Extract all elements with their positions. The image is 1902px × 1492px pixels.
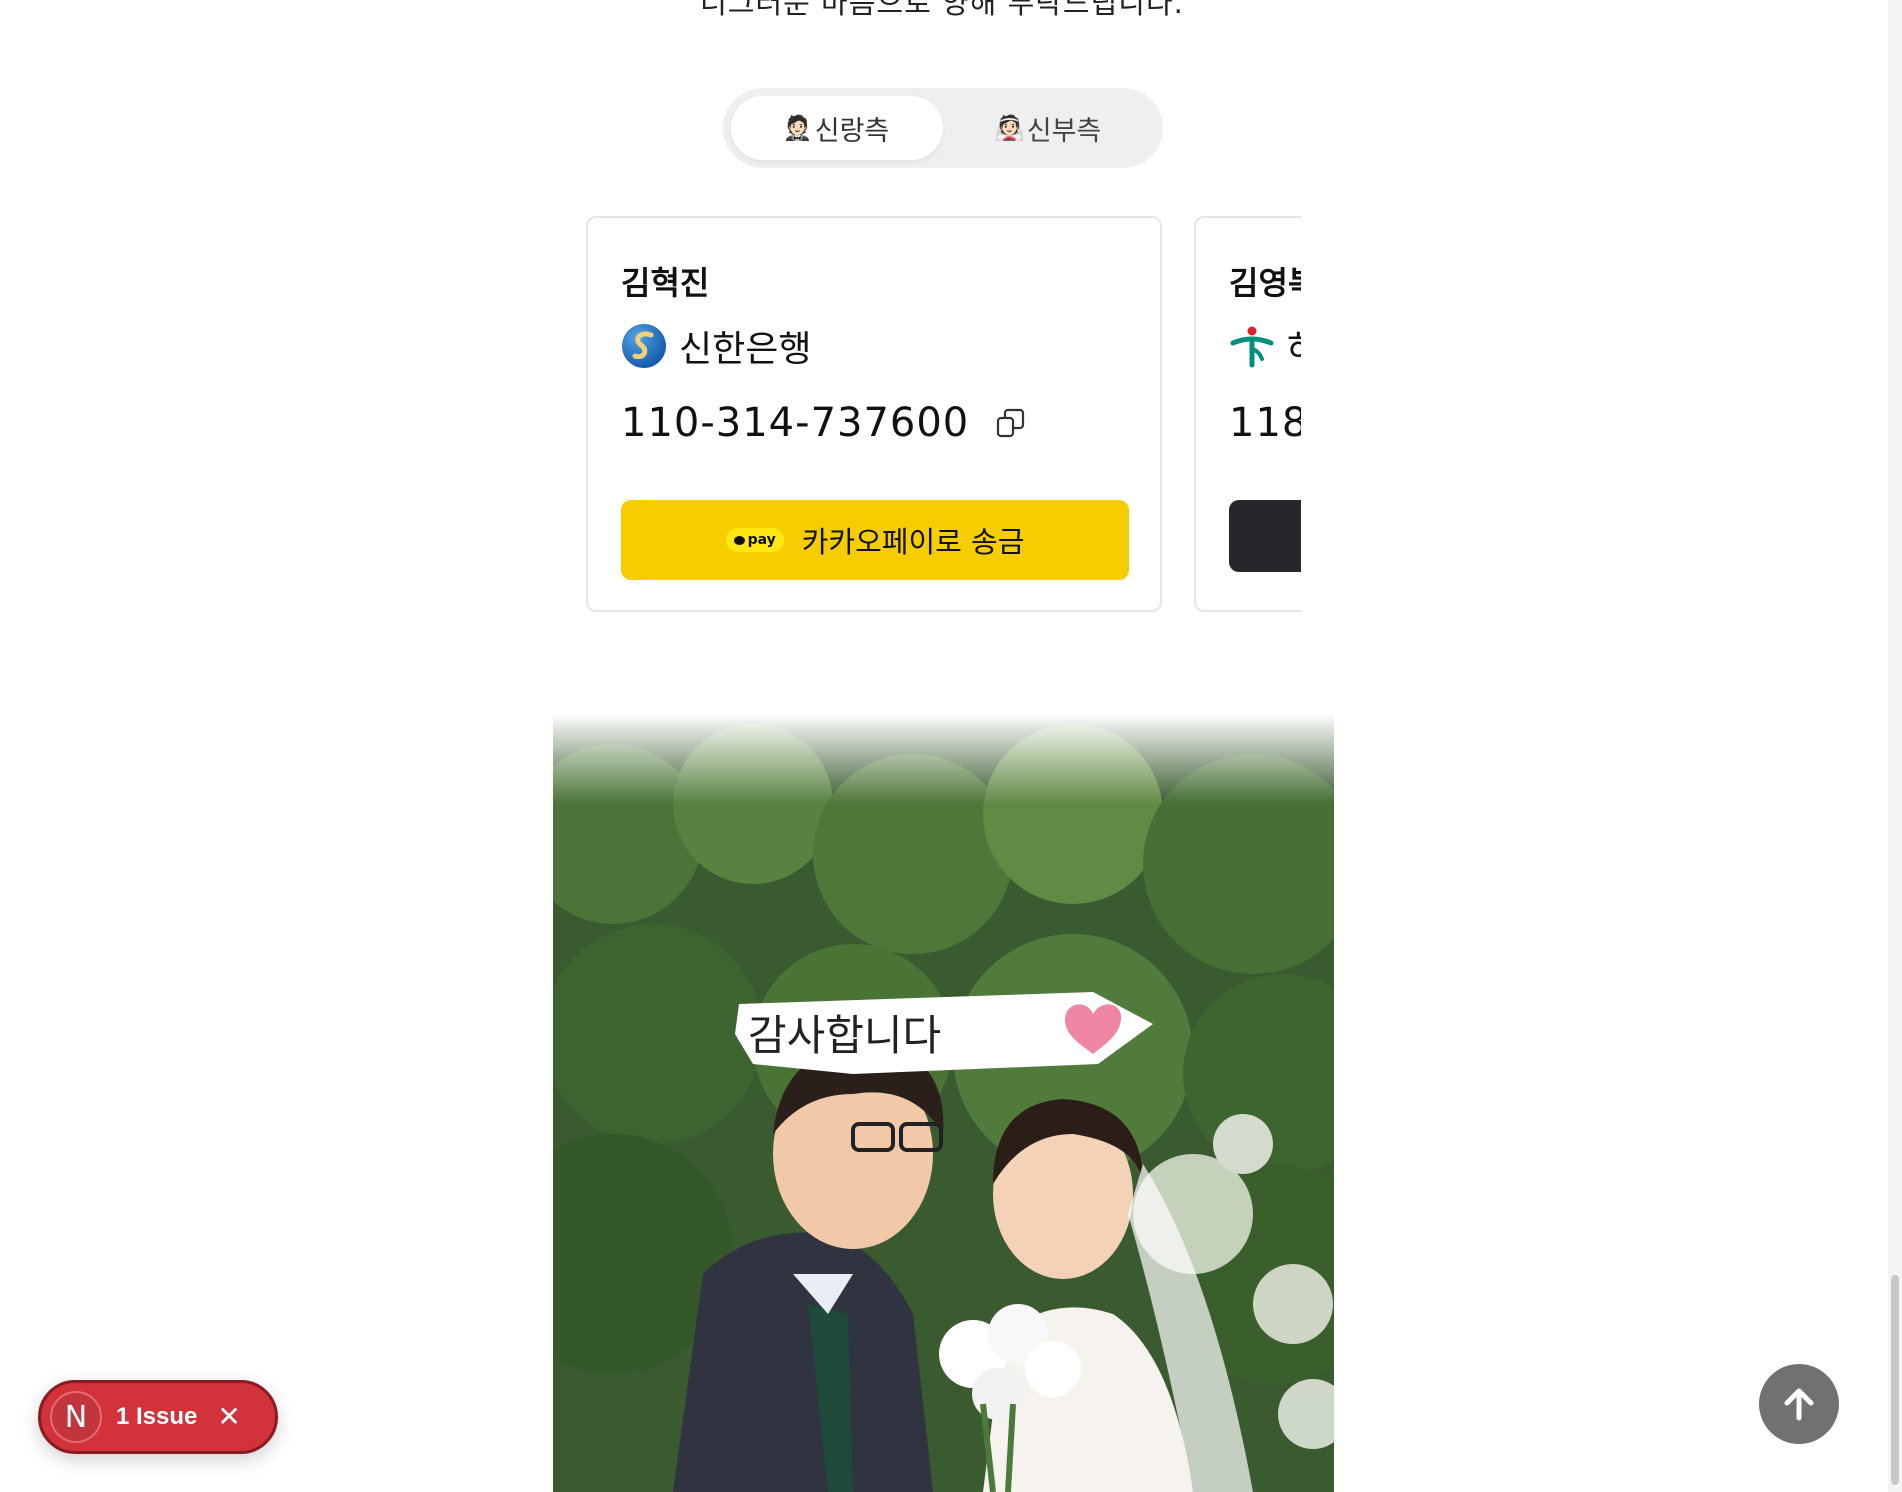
account-row: 118-	[1229, 400, 1301, 446]
account-card: 김혁진 신한은행 110-314-737600 pay 카카오페이로 송금	[586, 216, 1162, 612]
bank-name: 하	[1287, 320, 1301, 372]
kakaopay-send-button[interactable]: pay 카카오페이로 송금	[621, 500, 1129, 580]
issues-count-label[interactable]: 1 Issue	[116, 1403, 197, 1431]
copy-icon[interactable]	[995, 407, 1027, 439]
send-button[interactable]	[1229, 500, 1301, 572]
kakaopay-icon: pay	[725, 528, 784, 552]
notice-text: 너그러운 마음으로 양해 부탁드립니다.	[700, 0, 1184, 20]
groom-icon: 🤵🏻	[782, 114, 813, 142]
wedding-photo-image: 감사합니다	[553, 714, 1334, 1492]
tab-bride[interactable]: 👰🏻 신부측	[943, 96, 1155, 160]
account-holder-name: 김혁진	[621, 264, 710, 302]
account-number: 118-	[1229, 400, 1301, 446]
page: 너그러운 마음으로 양해 부탁드립니다. 🤵🏻 신랑측 👰🏻 신부측 김혁진 신…	[0, 0, 1902, 1492]
account-row: 110-314-737600	[621, 400, 1027, 446]
bank-row: 신한은행	[621, 320, 811, 372]
bride-icon: 👰🏻	[994, 114, 1025, 142]
issues-badge[interactable]: N 1 Issue ✕	[38, 1380, 278, 1454]
arrow-up-icon	[1784, 1388, 1814, 1421]
scrollbar-thumb[interactable]	[1891, 1275, 1899, 1485]
nextjs-logo-icon: N	[50, 1391, 102, 1443]
scroll-to-top-button[interactable]	[1759, 1364, 1839, 1444]
bank-name: 신한은행	[679, 329, 812, 370]
photo-caption: 감사합니다	[748, 1011, 941, 1060]
kakaopay-badge-text: pay	[747, 532, 776, 548]
account-card: 김영복 하 118-	[1194, 216, 1301, 612]
account-holder-name: 김영복	[1229, 264, 1301, 302]
tab-bride-label: 신부측	[1026, 115, 1102, 147]
scrollbar[interactable]	[1888, 0, 1902, 1492]
tab-groom[interactable]: 🤵🏻 신랑측	[731, 96, 943, 160]
account-number: 110-314-737600	[621, 400, 970, 446]
kakaopay-send-label: 카카오페이로 송금	[801, 525, 1025, 559]
bank-row: 하	[1229, 320, 1301, 372]
account-carousel[interactable]: 김혁진 신한은행 110-314-737600 pay 카카오페이로 송금 김영…	[584, 214, 1301, 614]
wedding-photo: 감사합니다	[553, 714, 1334, 1492]
shinhan-bank-icon	[622, 324, 666, 368]
hana-bank-icon	[1230, 326, 1274, 368]
side-toggle: 🤵🏻 신랑측 👰🏻 신부측	[723, 88, 1163, 168]
tab-groom-label: 신랑측	[814, 115, 890, 147]
close-icon[interactable]: ✕	[217, 1403, 240, 1431]
